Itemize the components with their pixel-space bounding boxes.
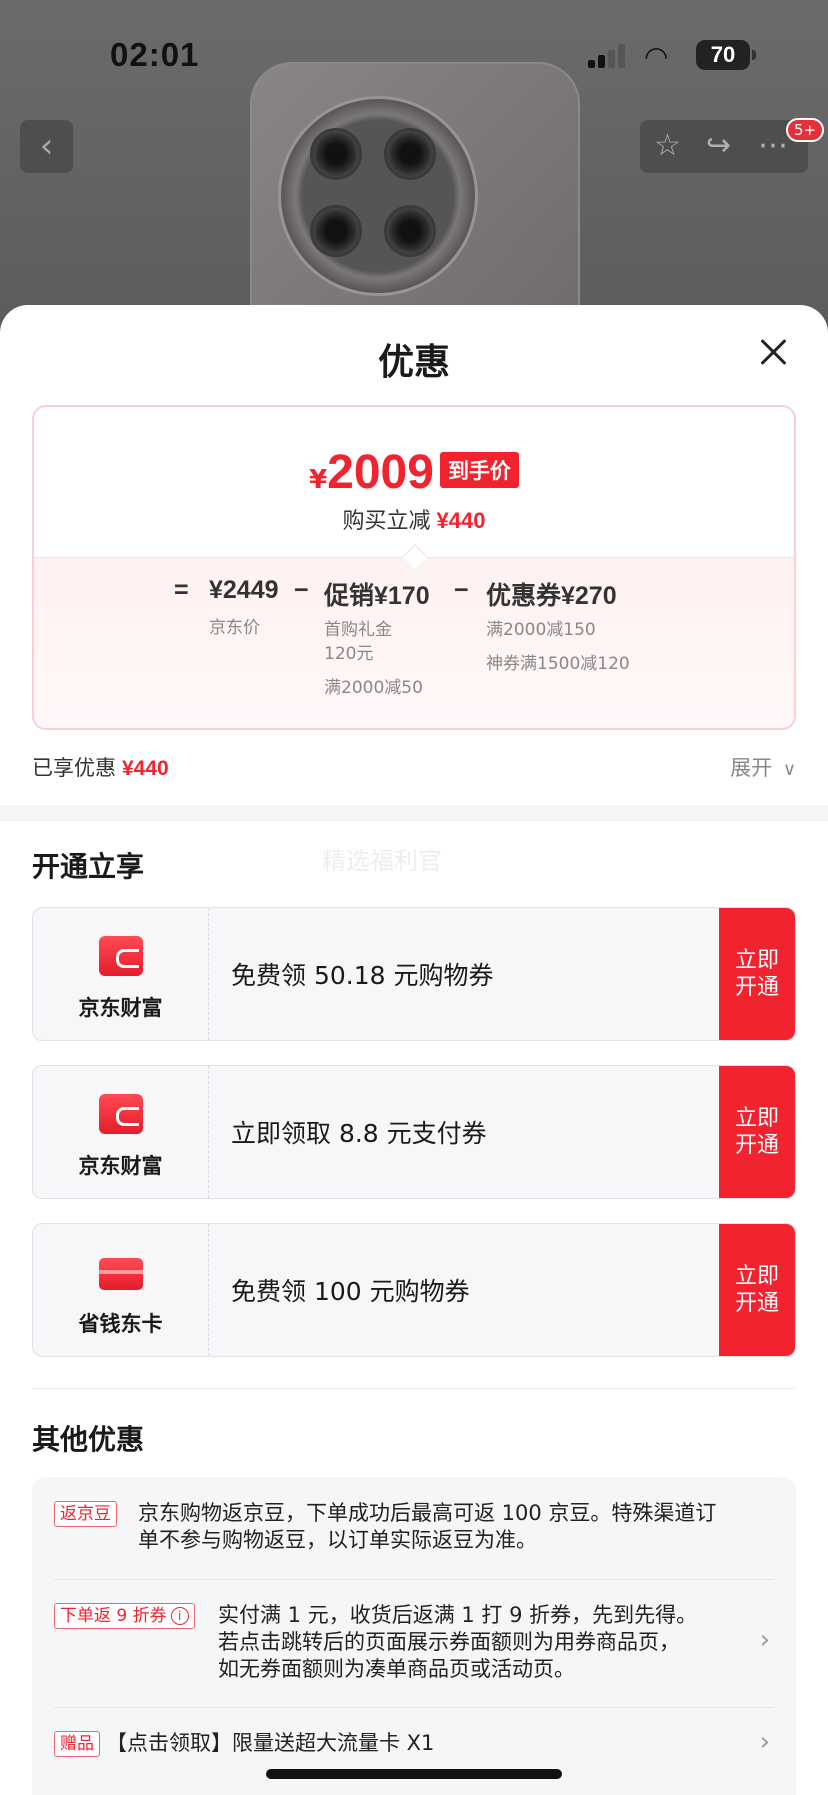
expand-button[interactable]: 展开 ∨	[730, 752, 796, 782]
promo-divider	[54, 1707, 774, 1708]
promo-tag-label: 下单返 9 折券	[60, 1606, 167, 1626]
enjoyed-label: 已享优惠	[32, 756, 116, 780]
more-icon[interactable]: ⋯	[758, 128, 790, 163]
promo-line: 京东购物返京豆，下单成功后最高可返 100 京豆。特殊渠道订	[138, 1501, 717, 1525]
section-divider	[0, 805, 828, 821]
back-button[interactable]: ‹	[20, 120, 73, 173]
activate-button[interactable]: 立即 开通	[719, 1224, 795, 1356]
promo-detail-1a: 首购礼金	[324, 620, 392, 640]
enjoyed-amount: ¥440	[122, 757, 169, 780]
promo-tag: 下单返 9 折券 i	[54, 1603, 195, 1629]
minus-sign: −	[294, 576, 309, 604]
promo-amount: 促销¥170	[324, 582, 430, 610]
offer-description: 立即领取 8.8 元支付券	[231, 1119, 487, 1148]
cellular-signal-icon	[588, 44, 628, 68]
other-section-title: 其他优惠	[32, 1423, 145, 1456]
offer-card[interactable]: 京东财富 免费领 50.18 元购物券 立即 开通	[32, 907, 796, 1041]
cta-line: 开通	[734, 1133, 779, 1158]
cta-line: 立即	[734, 1106, 779, 1131]
jd-price: ¥2449	[209, 576, 279, 604]
cart-badge: 5+	[786, 118, 825, 142]
promo-detail-1b: 120元	[324, 644, 374, 664]
coupon-detail-1: 满2000减150	[486, 620, 596, 640]
offer-brand: 京东财富	[78, 996, 163, 1020]
other-promos: 返京豆 京东购物返京豆，下单成功后最高可返 100 京豆。特殊渠道订 单不参与购…	[32, 1477, 796, 1795]
promo-item[interactable]: 赠品 【点击领取】限量送超大流量卡 X1	[54, 1731, 774, 1761]
watermark: 精选福利官	[322, 847, 442, 875]
save-amount: ¥440	[436, 508, 486, 533]
discount-sheet: 优惠 ¥2009 到手价 购买立减 ¥440 = ¥2449 京东价 − 促销¥17…	[0, 305, 828, 1795]
currency-symbol: ¥	[309, 465, 328, 495]
promo-detail-2: 满2000减50	[324, 678, 423, 698]
star-icon[interactable]: ☆	[654, 128, 681, 163]
minus-sign: −	[454, 576, 469, 604]
promo-text: 【点击领取】限量送超大流量卡 X1	[106, 1731, 435, 1755]
camera-lens	[310, 128, 362, 180]
open-section-title: 开通立享	[32, 850, 145, 883]
final-price: ¥2009 到手价	[34, 445, 794, 500]
chevron-right-icon[interactable]: ›	[760, 1625, 770, 1655]
status-bar: 02:01 ◠ 70	[0, 36, 828, 76]
status-time: 02:01	[110, 36, 200, 73]
promo-tag: 赠品	[54, 1731, 100, 1757]
card-icon	[99, 1258, 143, 1290]
promo-line: 若点击跳转后的页面展示券面额则为用券商品页，	[218, 1630, 680, 1654]
offer-brand: 省钱东卡	[78, 1312, 163, 1336]
cta-line: 开通	[734, 1291, 779, 1316]
jd-price-label: 京东价	[209, 618, 260, 638]
cta-line: 立即	[734, 948, 779, 973]
offer-card[interactable]: 省钱东卡 免费领 100 元购物券 立即 开通	[32, 1223, 796, 1357]
battery-icon: 70	[696, 40, 756, 70]
chevron-left-icon: ‹	[39, 126, 54, 166]
home-indicator	[266, 1769, 562, 1779]
promo-tag: 返京豆	[54, 1501, 117, 1527]
wifi-icon: ◠	[644, 40, 669, 73]
promo-item[interactable]: 下单返 9 折券 i 实付满 1 元，收货后返满 1 打 9 折券，先到先得。 若…	[54, 1603, 774, 1689]
final-price-value: 2009	[327, 446, 434, 499]
promo-divider	[54, 1579, 774, 1580]
final-price-tag: 到手价	[439, 452, 519, 488]
promo-line: 实付满 1 元，收货后返满 1 打 9 折券，先到先得。	[218, 1603, 698, 1627]
info-icon[interactable]: i	[170, 1607, 189, 1625]
promo-text: 实付满 1 元，收货后返满 1 打 9 折券，先到先得。 若点击跳转后的页面展示…	[218, 1602, 778, 1683]
jd-finance-logo-icon	[99, 936, 143, 976]
promo-line: 单不参与购物返豆，以订单实际返豆为准。	[138, 1528, 537, 1552]
equals-sign: =	[174, 576, 189, 604]
activate-button[interactable]: 立即 开通	[719, 908, 795, 1040]
cta-line: 开通	[734, 975, 779, 1000]
close-icon[interactable]	[758, 337, 788, 367]
jd-finance-logo-icon	[99, 1094, 143, 1134]
promo-text: 京东购物返京豆，下单成功后最高可返 100 京豆。特殊渠道订 单不参与购物返豆，…	[138, 1500, 778, 1554]
camera-lens	[384, 205, 436, 257]
save-label: 购买立减	[342, 509, 431, 534]
save-line: 购买立减 ¥440	[34, 503, 794, 535]
coupon-detail-2: 神券满1500减120	[486, 654, 630, 674]
camera-lens	[384, 128, 436, 180]
offer-card[interactable]: 京东财富 立即领取 8.8 元支付券 立即 开通	[32, 1065, 796, 1199]
offer-description: 免费领 100 元购物券	[231, 1277, 470, 1306]
nav-actions: ☆ ↪ ⋯	[640, 120, 808, 173]
camera-lens	[310, 205, 362, 257]
coupon-amount: 优惠券¥270	[486, 582, 617, 610]
enjoyed-discount: 已享优惠 ¥440	[32, 752, 169, 782]
camera-module	[278, 96, 478, 296]
price-breakdown-card: ¥2009 到手价 购买立减 ¥440 = ¥2449 京东价 − 促销¥170 首…	[32, 405, 796, 730]
chevron-right-icon[interactable]: ›	[760, 1727, 770, 1757]
sheet-title: 优惠	[377, 342, 450, 383]
activate-button[interactable]: 立即 开通	[719, 1066, 795, 1198]
chevron-down-icon: ∨	[782, 759, 796, 780]
offer-brand: 京东财富	[78, 1154, 163, 1178]
price-formula: = ¥2449 京东价 − 促销¥170 首购礼金 120元 满2000减50 …	[34, 544, 794, 728]
offer-description: 免费领 50.18 元购物券	[231, 961, 494, 990]
cta-line: 立即	[734, 1264, 779, 1289]
share-icon[interactable]: ↪	[706, 128, 731, 163]
promo-line: 如无券面额则为凑单商品页或活动页。	[218, 1657, 575, 1681]
expand-label: 展开	[730, 756, 773, 780]
divider	[32, 1388, 796, 1389]
